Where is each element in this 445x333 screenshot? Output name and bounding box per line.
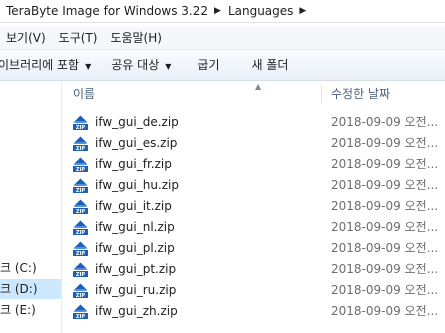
menu-bar: 보기(V) 도구(T) 도움말(H): [0, 27, 445, 50]
column-header-name-label: 이름: [73, 87, 96, 101]
breadcrumb-label: Languages: [227, 4, 294, 18]
file-name[interactable]: ifw_gui_nl.zip: [95, 217, 175, 238]
nav-item-drive-e[interactable]: 크 (E:): [0, 300, 36, 320]
zip-archive-icon: ZIP: [72, 177, 89, 194]
include-in-library-label: 이브러리에 포함: [0, 58, 80, 72]
zip-archive-icon: ZIP: [72, 240, 89, 257]
column-header-name[interactable]: 이름: [73, 81, 95, 107]
file-row[interactable]: ZIP ifw_gui_nl.zip 2018-09-09 오전...: [62, 217, 445, 238]
file-row[interactable]: ZIP ifw_gui_zh.zip 2018-09-09 오전...: [62, 301, 445, 322]
nav-item-drive-d[interactable]: 크 (D:): [0, 279, 61, 299]
menu-tools[interactable]: 도구(T): [53, 27, 105, 49]
chevron-down-icon: ▼: [85, 62, 92, 71]
file-name[interactable]: ifw_gui_hu.zip: [95, 175, 179, 196]
breadcrumb-segment-languages[interactable]: Languages ▶: [228, 0, 313, 22]
file-row[interactable]: ZIP ifw_gui_pt.zip 2018-09-09 오전...: [62, 259, 445, 280]
file-row[interactable]: ZIP ifw_gui_ru.zip 2018-09-09 오전...: [62, 280, 445, 301]
breadcrumb-label: TeraByte Image for Windows 3.22: [6, 4, 209, 18]
file-row[interactable]: ZIP ifw_gui_it.zip 2018-09-09 오전...: [62, 196, 445, 217]
nav-item-label: 크 (E:): [0, 303, 36, 317]
file-row[interactable]: ZIP ifw_gui_fr.zip 2018-09-09 오전...: [62, 154, 445, 175]
nav-item-label: 크 (D:): [0, 282, 38, 296]
zip-archive-icon: ZIP: [72, 135, 89, 152]
column-divider[interactable]: [321, 84, 322, 104]
zip-archive-icon: ZIP: [72, 114, 89, 131]
menu-view[interactable]: 보기(V): [0, 27, 53, 49]
file-modified-date: 2018-09-09 오전...: [331, 283, 439, 297]
new-folder-label: 새 폴더: [251, 58, 289, 72]
svg-text:ZIP: ZIP: [76, 209, 85, 215]
file-modified-date: 2018-09-09 오전...: [331, 115, 439, 129]
zip-archive-icon: ZIP: [72, 303, 89, 320]
file-modified-date: 2018-09-09 오전...: [331, 262, 439, 276]
breadcrumb-segment-app[interactable]: TeraByte Image for Windows 3.22 ▶: [0, 0, 228, 22]
sort-up-icon: ▲: [255, 82, 262, 91]
chevron-right-icon[interactable]: ▶: [299, 6, 306, 16]
share-with-button[interactable]: 공유 대상 ▼: [111, 50, 171, 80]
zip-archive-icon: ZIP: [72, 198, 89, 215]
menu-help[interactable]: 도움말(H): [104, 27, 169, 49]
file-modified-date: 2018-09-09 오전...: [331, 157, 439, 171]
include-in-library-button[interactable]: 이브러리에 포함 ▼: [0, 50, 91, 80]
file-modified-date: 2018-09-09 오전...: [331, 241, 439, 255]
zip-archive-icon: ZIP: [72, 282, 89, 299]
file-modified-date: 2018-09-09 오전...: [331, 178, 439, 192]
file-modified-date: 2018-09-09 오전...: [331, 304, 439, 318]
chevron-down-icon: ▼: [165, 62, 172, 71]
file-modified-date: 2018-09-09 오전...: [331, 199, 439, 213]
column-header-date[interactable]: 수정한 날짜: [331, 81, 390, 107]
svg-text:ZIP: ZIP: [76, 314, 85, 320]
file-modified-date: 2018-09-09 오전...: [331, 220, 439, 234]
column-header-date-label: 수정한 날짜: [331, 87, 391, 101]
file-name[interactable]: ifw_gui_es.zip: [95, 133, 177, 154]
burn-label: 굽기: [197, 58, 220, 72]
svg-text:ZIP: ZIP: [76, 188, 85, 194]
svg-text:ZIP: ZIP: [76, 230, 85, 236]
chevron-right-icon[interactable]: ▶: [214, 6, 221, 16]
file-name[interactable]: ifw_gui_pl.zip: [95, 238, 175, 259]
svg-text:ZIP: ZIP: [76, 251, 85, 257]
navigation-pane[interactable]: 크 (C:) 크 (D:) 크 (E:): [0, 81, 62, 333]
new-folder-button[interactable]: 새 폴더: [252, 50, 289, 80]
file-row[interactable]: ZIP ifw_gui_es.zip 2018-09-09 오전...: [62, 133, 445, 154]
svg-text:ZIP: ZIP: [76, 167, 85, 173]
file-name[interactable]: ifw_gui_it.zip: [95, 196, 172, 217]
file-name[interactable]: ifw_gui_de.zip: [95, 112, 179, 133]
nav-item-drive-c[interactable]: 크 (C:): [0, 258, 37, 278]
file-row[interactable]: ZIP ifw_gui_pl.zip 2018-09-09 오전...: [62, 238, 445, 259]
file-modified-date: 2018-09-09 오전...: [331, 136, 439, 150]
burn-button[interactable]: 굽기: [197, 50, 219, 80]
file-row[interactable]: ZIP ifw_gui_hu.zip 2018-09-09 오전...: [62, 175, 445, 196]
svg-text:ZIP: ZIP: [76, 293, 85, 299]
file-name[interactable]: ifw_gui_pt.zip: [95, 259, 176, 280]
nav-item-label: 크 (C:): [0, 261, 37, 275]
file-name[interactable]: ifw_gui_fr.zip: [95, 154, 172, 175]
zip-archive-icon: ZIP: [72, 261, 89, 278]
address-bar[interactable]: TeraByte Image for Windows 3.22 ▶ Langua…: [0, 0, 445, 23]
share-with-label: 공유 대상: [111, 58, 160, 72]
zip-archive-icon: ZIP: [72, 219, 89, 236]
zip-archive-icon: ZIP: [72, 156, 89, 173]
file-list[interactable]: 이름 ▲ 수정한 날짜 ZIP ifw_gui_de.zip 2018-09-09 …: [62, 81, 445, 333]
command-toolbar: 이브러리에 포함 ▼ 공유 대상 ▼ 굽기 새 폴더: [0, 50, 445, 81]
file-name[interactable]: ifw_gui_zh.zip: [95, 301, 178, 322]
file-name[interactable]: ifw_gui_ru.zip: [95, 280, 176, 301]
svg-text:ZIP: ZIP: [76, 146, 85, 152]
svg-text:ZIP: ZIP: [76, 272, 85, 278]
svg-text:ZIP: ZIP: [76, 125, 85, 131]
file-row[interactable]: ZIP ifw_gui_de.zip 2018-09-09 오전...: [62, 112, 445, 133]
